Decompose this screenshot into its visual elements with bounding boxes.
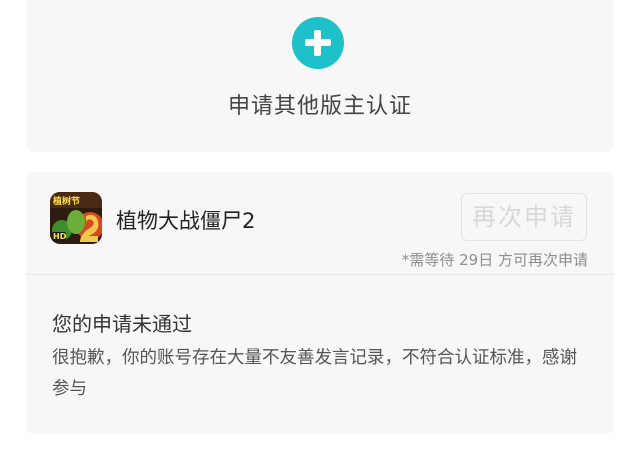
result-reason: 很抱歉，你的账号存在大量不友善发言记录，不符合认证标准，感谢参与 [52,348,577,399]
result-title: 您的申请未通过 [52,312,192,336]
application-status-card: 植树节 HD 植物大战僵尸2 再次申请 *需等待 29日 方可再次申请 您的申请… [26,172,614,434]
plus-icon[interactable] [292,17,344,69]
apply-other-moderator-card[interactable]: 申请其他版主认证 [26,0,614,152]
game-icon-badge: 植树节 [53,197,81,207]
game-icon: 植树节 HD [50,192,102,244]
divider [26,274,614,275]
wait-note: *需等待 29日 方可再次申请 [401,251,588,269]
apply-other-moderator-label[interactable]: 申请其他版主认证 [26,88,614,120]
game-name: 植物大战僵尸2 [116,209,256,233]
game-icon-hd: HD [53,232,67,241]
reapply-button[interactable]: 再次申请 [461,193,587,241]
